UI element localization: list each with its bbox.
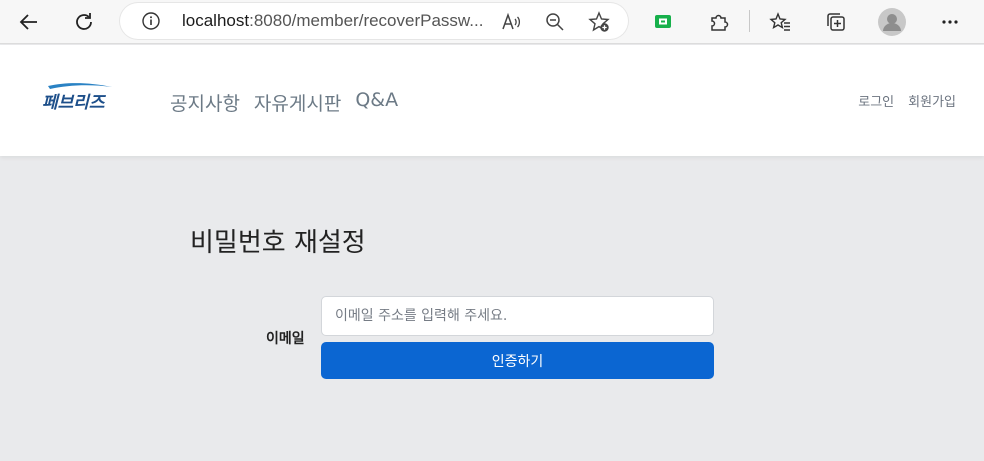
- puzzle-icon: [711, 14, 729, 31]
- site-info-icon[interactable]: [142, 12, 160, 30]
- profile-button[interactable]: [876, 6, 908, 38]
- add-favorite-icon[interactable]: [588, 11, 610, 33]
- nav-item-notice[interactable]: 공지사항: [170, 89, 240, 116]
- reload-icon: [76, 13, 92, 30]
- reload-button[interactable]: [68, 6, 100, 38]
- url-path: :8080/member/recoverPassw...: [249, 11, 484, 30]
- nav-item-qna[interactable]: Q&A: [355, 89, 398, 116]
- main-nav: 공지사항 자유게시판 Q&A: [170, 89, 412, 116]
- favorites-list-icon: [769, 12, 790, 31]
- address-bar[interactable]: localhost:8080/member/recoverPassw...: [120, 3, 628, 39]
- read-aloud-icon[interactable]: [500, 11, 522, 33]
- email-input[interactable]: [321, 296, 714, 336]
- page-title: 비밀번호 재설정: [190, 228, 366, 258]
- url-host: localhost: [182, 11, 250, 30]
- verify-button[interactable]: 인증하기: [321, 342, 714, 379]
- green-screen-icon: [655, 15, 671, 28]
- url-text[interactable]: localhost:8080/member/recoverPassw...: [182, 11, 483, 31]
- extension-button[interactable]: [647, 6, 679, 38]
- nav-item-free-board[interactable]: 자유게시판: [254, 89, 341, 116]
- site-logo[interactable]: 페브리즈: [40, 83, 116, 115]
- email-label: 이메일: [266, 331, 305, 347]
- site-header: 페브리즈 공지사항 자유게시판 Q&A 로그인 회원가입: [0, 45, 984, 156]
- collections-icon: [827, 13, 845, 31]
- back-arrow-icon: [19, 14, 37, 30]
- signup-link[interactable]: 회원가입: [908, 91, 956, 110]
- collections-button[interactable]: [820, 6, 852, 38]
- favorites-button[interactable]: [764, 6, 796, 38]
- avatar-icon: [878, 8, 906, 36]
- back-button[interactable]: [13, 6, 45, 38]
- extensions-button[interactable]: [703, 6, 735, 38]
- browser-toolbar: localhost:8080/member/recoverPassw...: [0, 0, 984, 44]
- login-link[interactable]: 로그인: [858, 91, 894, 110]
- toolbar-divider: [749, 10, 750, 32]
- logo-text: 페브리즈: [42, 93, 107, 113]
- zoom-out-icon[interactable]: [544, 11, 566, 33]
- user-menu: 로그인 회원가입: [858, 91, 956, 110]
- ellipsis-icon: [942, 20, 958, 24]
- more-menu-button[interactable]: [934, 6, 966, 38]
